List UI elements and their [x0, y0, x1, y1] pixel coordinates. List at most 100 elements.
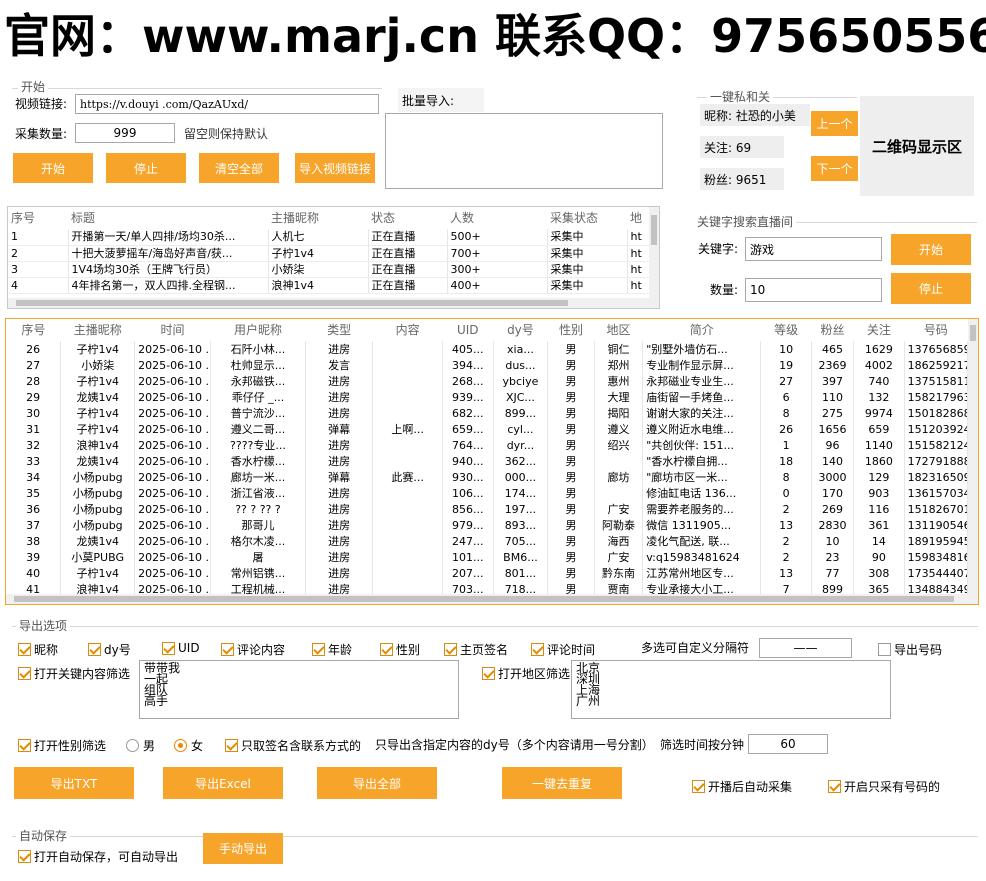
sign-contact-checkbox[interactable]: 只取签名含联系方式的 [225, 737, 361, 754]
manual-export-button[interactable]: 手动导出 [203, 833, 283, 864]
room-row[interactable]: 1 开播第一天/单人四排/场均30杀... 人机七 正在直播 500+ 采集中 ht [8, 229, 654, 246]
import-links-button[interactable]: 导入视频链接 [295, 153, 375, 183]
field-age-checkbox[interactable]: 年龄 [312, 641, 352, 658]
col-bio[interactable]: 简介 [643, 319, 761, 341]
field-dy-checkbox[interactable]: dy号 [88, 641, 131, 658]
room-row[interactable]: 4 4年排名第一，双人四排.全程钢... 浪神1v4 正在直播 400+ 采集中 ht [8, 277, 654, 294]
keyword-stop-button[interactable]: 停止 [891, 273, 971, 304]
col-content[interactable]: 内容 [373, 319, 443, 341]
quantity-input[interactable]: 10 [745, 278, 882, 302]
rooms-col-title[interactable]: 标题 [68, 207, 268, 229]
field-uid-checkbox[interactable]: UID [162, 641, 200, 655]
rooms-col-host[interactable]: 主播昵称 [268, 207, 368, 229]
auto-collect-checkbox[interactable]: 开播后自动采集 [692, 778, 792, 795]
comment-cell: 格尔木凌... [210, 533, 306, 549]
col-time[interactable]: 时间 [135, 319, 211, 341]
comment-cell: 进房 [305, 405, 374, 421]
room-cell: 4 [8, 277, 69, 294]
room-row[interactable]: 3 1V4场均30杀（王牌飞行员） 小娇柒 正在直播 300+ 采集中 ht [8, 261, 654, 278]
comment-cell: 郑州 [594, 357, 644, 373]
comment-cell: 28 [6, 373, 62, 389]
col-host[interactable]: 主播昵称 [61, 319, 135, 341]
field-signature-checkbox[interactable]: 主页签名 [444, 641, 508, 658]
keyword-filter-list[interactable]: 带带我 一起 组队 高手 [139, 660, 459, 719]
comment-row[interactable]: 36 小杨pubg 2025-06-10 ...?? ? ?? ? 进房 856... 1… [6, 501, 969, 517]
keyword-start-button[interactable]: 开始 [891, 234, 971, 265]
comment-row[interactable]: 27 小娇柒 2025-06-10 ... 杜帅显示... 发言 394... dus...… [6, 357, 969, 373]
female-radio[interactable]: 女 [174, 737, 203, 754]
col-dy[interactable]: dy号 [493, 319, 548, 341]
col-phone[interactable]: 号码 [904, 319, 967, 341]
col-index[interactable]: 序号 [6, 319, 61, 341]
prev-button[interactable]: 上一个 [811, 111, 858, 136]
comment-row[interactable]: 26 子柠1v4 2025-06-10 ... 石阡小林... 进房 405... xia.… [6, 341, 969, 357]
separator-input[interactable]: —— [759, 638, 852, 658]
col-fans[interactable]: 粉丝 [811, 319, 853, 341]
rooms-col-collect[interactable]: 采集状态 [547, 207, 627, 229]
stop-button[interactable]: 停止 [106, 153, 186, 183]
comment-cell: 172791888 [904, 453, 969, 469]
comment-row[interactable]: 31 子柠1v4 2025-06-10 ... 遵义二哥... 弹幕 上啊... 659..… [6, 421, 969, 437]
export-phone-checkbox[interactable]: 导出号码 [878, 641, 942, 658]
field-gender-checkbox[interactable]: 性别 [380, 641, 420, 658]
comment-row[interactable]: 40 子柠1v4 2025-06-10 ... 常州铝镌... 进房 207... 801.… [6, 565, 969, 581]
keyword-input[interactable]: 游戏 [745, 237, 882, 261]
export-excel-button[interactable]: 导出Excel [163, 767, 283, 799]
comment-cell: 1 [760, 437, 812, 453]
start-button[interactable]: 开始 [13, 153, 93, 183]
room-cell: 500+ [447, 229, 548, 246]
region-filter-checkbox[interactable]: 打开地区筛选 [482, 665, 570, 682]
comment-row[interactable]: 30 子柠1v4 2025-06-10 ... 普宁流沙... 进房 682... 899.… [6, 405, 969, 421]
rooms-hscroll[interactable] [8, 298, 653, 308]
next-button[interactable]: 下一个 [811, 156, 858, 181]
comment-cell: 进房 [305, 485, 374, 501]
comment-row[interactable]: 34 小杨pubg 2025-06-10 ... 廊坊一米... 弹幕 此赛... 930.… [6, 469, 969, 485]
field-comment-checkbox[interactable]: 评论内容 [221, 641, 285, 658]
phone-only-checkbox[interactable]: 开启只采有号码的 [828, 778, 940, 795]
export-all-button[interactable]: 导出全部 [317, 767, 437, 799]
comment-cell: 惠州 [594, 373, 644, 389]
col-user[interactable]: 用户昵称 [211, 319, 306, 341]
clear-all-button[interactable]: 清空全部 [199, 153, 279, 183]
male-radio[interactable]: 男 [126, 737, 155, 754]
comment-row[interactable]: 33 龙姨1v4 2025-06-10 ... 香水柠檬... 进房 940... 362.… [6, 453, 969, 469]
rooms-col-status[interactable]: 状态 [368, 207, 447, 229]
comment-row[interactable]: 37 小杨pubg 2025-06-10 ... 那哥儿 进房 979... 893... 男… [6, 517, 969, 533]
col-level[interactable]: 等级 [761, 319, 812, 341]
col-follow[interactable]: 关注 [854, 319, 905, 341]
comment-cell: 阿勒泰 [594, 517, 644, 533]
dedupe-button[interactable]: 一键去重复 [502, 767, 622, 799]
col-region[interactable]: 地区 [594, 319, 642, 341]
count-input[interactable]: 999 [75, 123, 175, 143]
comment-row[interactable]: 29 龙姨1v4 2025-06-10 ... 乖仔仔 _... 进房 939... XJC… [6, 389, 969, 405]
rooms-vscroll[interactable] [649, 207, 659, 308]
rooms-col-index[interactable]: 序号 [8, 207, 68, 229]
comment-row[interactable]: 38 龙姨1v4 2025-06-10 ... 格尔木凌... 进房 247... 705.… [6, 533, 969, 549]
comment-row[interactable]: 28 子柠1v4 2025-06-10 ... 永邦磁铁... 进房 268... ybci… [6, 373, 969, 389]
export-txt-button[interactable]: 导出TXT [14, 767, 134, 799]
rooms-col-viewers[interactable]: 人数 [447, 207, 547, 229]
field-comment-time-checkbox[interactable]: 评论时间 [531, 641, 595, 658]
comment-row[interactable]: 39 小莫PUBG 2025-06-10 ... 屠进房 101... BM6... 男广安… [6, 549, 969, 565]
batch-import-textarea[interactable] [385, 113, 663, 189]
col-gender[interactable]: 性别 [548, 319, 594, 341]
col-uid[interactable]: UID [442, 319, 493, 341]
gender-filter-checkbox[interactable]: 打开性别筛选 [18, 737, 106, 754]
comment-row[interactable]: 32 浪神1v4 2025-06-10 ... ????专业... 进房 764... dy… [6, 437, 969, 453]
room-cell: 300+ [447, 261, 548, 278]
count-label: 采集数量: [15, 127, 68, 141]
room-row[interactable]: 2 十把大菠萝摇车/海岛好声音/获... 子柠1v4 正在直播 700+ 采集中 ht [8, 245, 654, 262]
keyword-filter-checkbox[interactable]: 打开关键内容筛选 [18, 665, 130, 682]
comment-cell: 需要养老服务的... [642, 501, 762, 517]
comment-row[interactable]: 35 小杨pubg 2025-06-10 ... 浙江省液... 进房 106... 174… [6, 485, 969, 501]
region-filter-list[interactable]: 北京 深圳 上海 广州 [571, 660, 891, 719]
comments-hscroll[interactable] [6, 594, 968, 604]
col-type[interactable]: 类型 [305, 319, 372, 341]
time-filter-input[interactable]: 60 [748, 734, 828, 754]
comments-vscroll[interactable] [968, 319, 978, 604]
autosave-checkbox[interactable]: 打开自动保存，可自动导出 [18, 848, 178, 865]
comment-cell: 36 [6, 501, 62, 517]
comment-cell: 杜帅显示... [210, 357, 306, 373]
video-link-input[interactable]: https://v.douyi .com/QazAUxd/ [75, 94, 379, 114]
field-nickname-checkbox[interactable]: 昵称 [18, 641, 58, 658]
